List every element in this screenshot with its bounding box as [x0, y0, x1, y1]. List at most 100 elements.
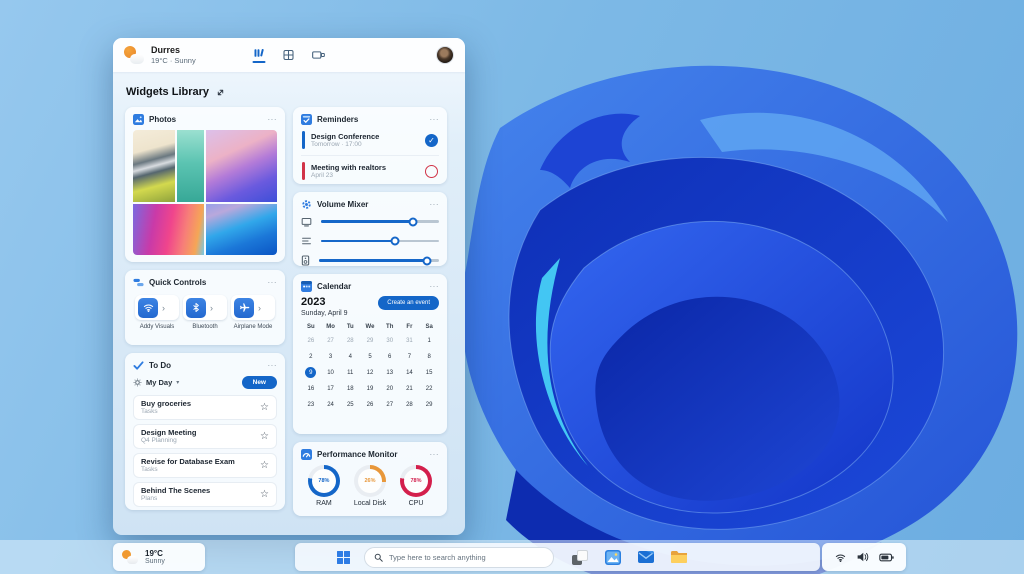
more-menu-button[interactable]: ··· [268, 278, 278, 286]
calendar-day[interactable]: 1 [419, 335, 439, 346]
star-icon[interactable]: ☆ [260, 460, 269, 471]
star-icon[interactable]: ☆ [260, 402, 269, 413]
airplane-icon[interactable] [234, 297, 254, 318]
star-icon[interactable]: ☆ [260, 431, 269, 442]
reminder-open-checkbox[interactable] [425, 164, 438, 178]
calendar-day[interactable]: 3 [321, 351, 341, 362]
more-menu-button[interactable]: ··· [430, 282, 440, 290]
calendar-day[interactable]: 4 [340, 351, 360, 362]
calendar-day[interactable]: 29 [360, 335, 380, 346]
expand-icon[interactable] [216, 88, 225, 97]
calendar-day[interactable]: 27 [380, 399, 400, 410]
calendar-day[interactable]: 30 [380, 335, 400, 346]
calendar-day[interactable]: 21 [400, 383, 420, 394]
create-event-button[interactable]: Create an event [378, 296, 439, 310]
photo-thumbnail[interactable] [133, 130, 175, 202]
taskbar-weather-chip[interactable]: 19°C Sunny [113, 543, 205, 571]
calendar-grid: Su Mo Tu We Th Fr Sa 26 27 28 29 30 31 1 2 3 4 5 6 7 8 9 10 11 1… [301, 324, 439, 410]
calendar-day[interactable]: 11 [340, 367, 360, 378]
chevron-right-icon[interactable]: › [210, 303, 213, 313]
calendar-day[interactable]: 28 [340, 335, 360, 346]
photos-app-icon[interactable] [605, 549, 621, 565]
grid-icon[interactable] [283, 49, 295, 61]
volume-icon[interactable] [856, 551, 869, 563]
volume-slider-track[interactable] [321, 236, 439, 246]
quick-control-toggle[interactable]: › [135, 295, 179, 320]
user-avatar[interactable] [436, 46, 454, 64]
calendar-day[interactable]: 31 [400, 335, 420, 346]
photo-thumbnail[interactable] [206, 130, 277, 202]
system-tray[interactable] [822, 543, 906, 571]
calendar-day[interactable]: 18 [340, 383, 360, 394]
calendar-day[interactable]: 16 [301, 383, 321, 394]
calendar-day[interactable]: 27 [321, 335, 341, 346]
chevron-right-icon[interactable]: › [258, 303, 261, 313]
calendar-day[interactable]: 13 [380, 367, 400, 378]
calendar-day[interactable]: 14 [400, 367, 420, 378]
wifi-icon[interactable] [835, 552, 846, 563]
quick-control-toggle[interactable]: › [231, 295, 275, 320]
photo-thumbnail[interactable] [176, 130, 205, 202]
tab-widgets-library[interactable] [252, 47, 266, 63]
calendar-day[interactable]: 26 [301, 335, 321, 346]
calendar-day[interactable]: 8 [419, 351, 439, 362]
calendar-day[interactable]: 17 [321, 383, 341, 394]
calendar-day[interactable]: 9 [301, 367, 321, 378]
bluetooth-icon[interactable] [186, 297, 206, 318]
todo-task-row[interactable]: Design Meeting Q4 Planning ☆ [133, 424, 277, 449]
search-input[interactable] [389, 552, 544, 562]
calendar-day[interactable]: 25 [340, 399, 360, 410]
more-menu-button[interactable]: ··· [430, 450, 440, 458]
calendar-day[interactable]: 20 [380, 383, 400, 394]
taskbar-search[interactable] [364, 546, 554, 568]
volume-slider-track[interactable] [319, 256, 439, 265]
quick-control-toggle[interactable]: › [183, 295, 227, 320]
camera-icon[interactable] [312, 49, 326, 61]
header-weather[interactable]: Durres 19°C · Sunny [124, 45, 196, 65]
star-icon[interactable]: ☆ [260, 489, 269, 500]
volume-slider-thumb[interactable] [422, 256, 432, 265]
new-task-button[interactable]: New [241, 376, 277, 389]
start-button[interactable] [337, 550, 350, 564]
photo-thumbnail[interactable] [133, 204, 205, 255]
volume-slider-thumb[interactable] [408, 217, 418, 226]
todo-task-row[interactable]: Behind The Scenes Plans ☆ [133, 482, 277, 507]
photos-collage[interactable] [133, 130, 277, 255]
taskview-icon[interactable] [572, 549, 588, 565]
quick-controls-widget: Quick Controls ··· › Addy Visuals › Blue… [125, 270, 285, 345]
reminder-row[interactable]: Meeting with realtors April 23 [301, 155, 439, 186]
photo-thumbnail[interactable] [206, 204, 277, 255]
todo-filter[interactable]: My Day [146, 378, 172, 387]
more-menu-button[interactable]: ··· [268, 115, 278, 123]
more-menu-button[interactable]: ··· [430, 200, 440, 208]
battery-icon[interactable] [878, 552, 894, 563]
explorer-app-icon[interactable] [671, 550, 687, 564]
calendar-day[interactable]: 26 [360, 399, 380, 410]
calendar-day[interactable]: 12 [360, 367, 380, 378]
mail-app-icon[interactable] [638, 550, 654, 564]
reminder-done-checkbox[interactable]: ✓ [425, 133, 438, 147]
task-title: Revise for Database Exam [141, 457, 235, 466]
calendar-day[interactable]: 28 [400, 399, 420, 410]
wifi-icon[interactable] [138, 297, 158, 318]
more-menu-button[interactable]: ··· [430, 115, 440, 123]
chevron-right-icon[interactable]: › [162, 303, 165, 313]
calendar-day[interactable]: 22 [419, 383, 439, 394]
calendar-day[interactable]: 7 [400, 351, 420, 362]
reminder-row[interactable]: Design Conference Tomorrow · 17:00 ✓ [301, 125, 439, 155]
calendar-day[interactable]: 6 [380, 351, 400, 362]
todo-task-row[interactable]: Revise for Database Exam Tasks ☆ [133, 453, 277, 478]
calendar-day[interactable]: 19 [360, 383, 380, 394]
volume-slider-thumb[interactable] [390, 236, 400, 246]
calendar-day[interactable]: 24 [321, 399, 341, 410]
calendar-day[interactable]: 2 [301, 351, 321, 362]
calendar-day[interactable]: 15 [419, 367, 439, 378]
more-menu-button[interactable]: ··· [268, 361, 278, 369]
calendar-day[interactable]: 29 [419, 399, 439, 410]
volume-slider-track[interactable] [321, 217, 439, 226]
calendar-day[interactable]: 23 [301, 399, 321, 410]
calendar-day[interactable]: 5 [360, 351, 380, 362]
chevron-down-icon[interactable]: ▾ [176, 379, 179, 386]
todo-task-row[interactable]: Buy groceries Tasks ☆ [133, 395, 277, 420]
calendar-day[interactable]: 10 [321, 367, 341, 378]
